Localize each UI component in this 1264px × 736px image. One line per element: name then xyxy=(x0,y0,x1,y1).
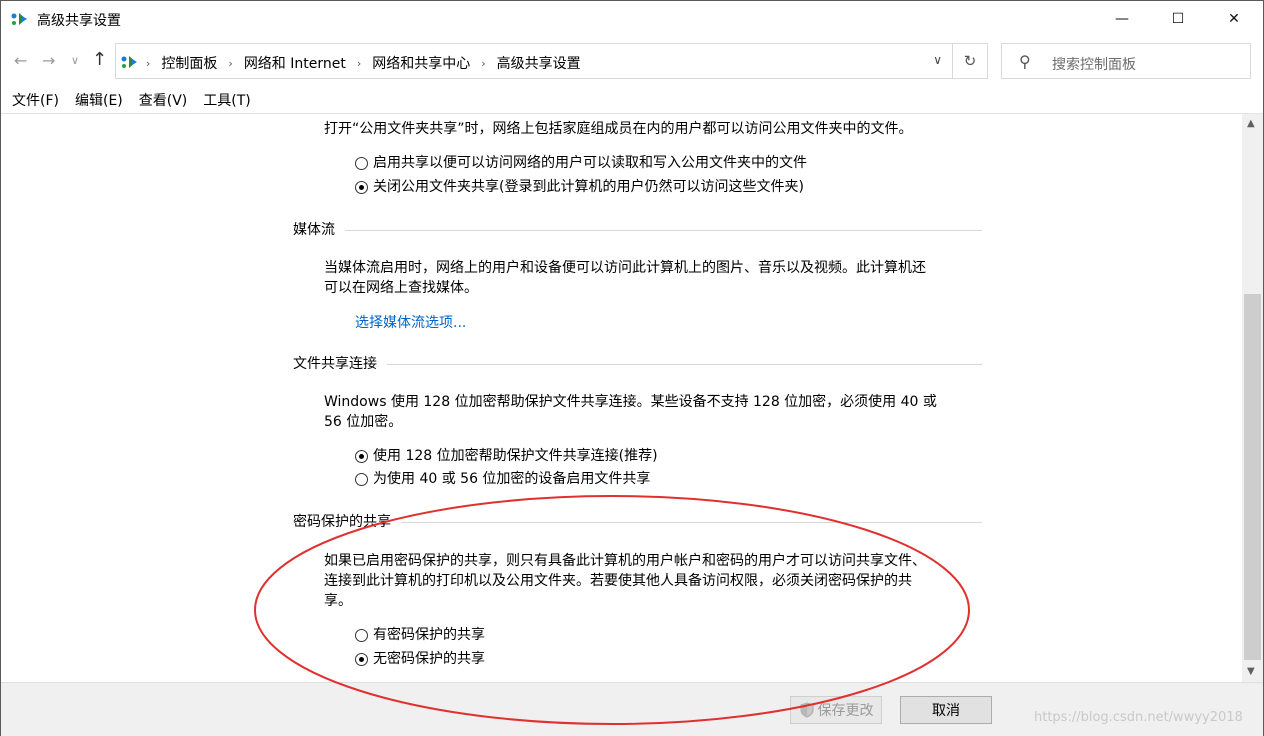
password-description-line3: 享。 xyxy=(324,593,352,609)
chevron-down-icon[interactable]: ∨ xyxy=(933,53,942,67)
radio-128-bit[interactable]: 使用 128 位加密帮助保护文件共享连接(推荐) xyxy=(355,446,658,466)
maximize-button[interactable]: ☐ xyxy=(1155,1,1201,37)
media-streaming-options-link[interactable]: 选择媒体流选项... xyxy=(355,313,466,333)
save-changes-button[interactable]: 保存更改 xyxy=(790,696,882,724)
forward-button[interactable]: → xyxy=(42,51,55,70)
radio-button[interactable] xyxy=(355,472,368,486)
section-heading: 密码保护的共享 xyxy=(293,514,391,530)
window-title: 高级共享设置 xyxy=(37,13,121,29)
divider xyxy=(345,229,982,231)
maximize-icon: ☐ xyxy=(1171,11,1185,27)
radio-button[interactable] xyxy=(355,652,368,666)
footer-bar: 保存更改 取消 https://blog.csdn.net/wwyy2018 xyxy=(1,682,1263,736)
breadcrumb-network-internet[interactable]: 网络和 Internet xyxy=(244,53,346,73)
vertical-scrollbar[interactable]: ▲ ▼ xyxy=(1242,114,1263,682)
back-button[interactable]: ← xyxy=(14,51,27,70)
breadcrumb-advanced-sharing[interactable]: 高级共享设置 xyxy=(497,53,581,73)
radio-label: 关闭公用文件夹共享(登录到此计算机的用户仍然可以访问这些文件夹) xyxy=(373,179,804,195)
chevron-right-icon[interactable]: › xyxy=(228,57,232,70)
radio-button[interactable] xyxy=(355,628,368,642)
file-sharing-description-line1: Windows 使用 128 位加密帮助保护文件共享连接。某些设备不支持 128… xyxy=(324,394,937,410)
up-button[interactable]: ↑ xyxy=(92,49,107,70)
menu-file[interactable]: 文件(F) xyxy=(12,90,59,112)
radio-label: 有密码保护的共享 xyxy=(373,627,485,643)
chevron-right-icon[interactable]: › xyxy=(481,57,485,70)
password-description-line1: 如果已启用密码保护的共享，则只有具备此计算机的用户帐户和密码的用户才可以访问共享… xyxy=(324,553,926,569)
menu-bar: 文件(F) 编辑(E) 查看(V) 工具(T) xyxy=(1,90,1263,112)
radio-password-off[interactable]: 无密码保护的共享 xyxy=(355,649,485,669)
scroll-down-icon[interactable]: ▼ xyxy=(1247,666,1255,677)
media-description-line1: 当媒体流启用时，网络上的用户和设备便可以访问此计算机上的图片、音乐以及视频。此计… xyxy=(324,260,926,276)
save-label: 保存更改 xyxy=(817,703,874,719)
menu-edit[interactable]: 编辑(E) xyxy=(75,90,123,112)
divider xyxy=(387,363,982,365)
section-media-streaming: 媒体流 xyxy=(293,220,982,240)
menu-tools[interactable]: 工具(T) xyxy=(203,90,250,112)
radio-label: 使用 128 位加密帮助保护文件共享连接(推荐) xyxy=(373,448,658,464)
radio-button[interactable] xyxy=(355,449,368,463)
network-icon xyxy=(11,13,27,25)
scroll-up-icon[interactable]: ▲ xyxy=(1247,118,1255,129)
close-icon: ✕ xyxy=(1228,11,1240,27)
search-box[interactable]: ⚲ 搜索控制面板 xyxy=(1001,43,1251,79)
shield-icon xyxy=(800,702,813,718)
section-file-sharing: 文件共享连接 xyxy=(293,354,982,374)
close-button[interactable]: ✕ xyxy=(1211,1,1257,37)
radio-label: 为使用 40 或 56 位加密的设备启用文件共享 xyxy=(373,471,651,487)
media-description-line2: 可以在网络上查找媒体。 xyxy=(324,280,478,296)
chevron-right-icon: › xyxy=(146,56,151,70)
search-input[interactable]: 搜索控制面板 xyxy=(1052,54,1136,74)
cancel-button[interactable]: 取消 xyxy=(900,696,992,724)
breadcrumb-network-sharing-center[interactable]: 网络和共享中心 xyxy=(372,53,470,73)
recent-locations-button[interactable]: ∨ xyxy=(71,54,79,67)
section-heading: 文件共享连接 xyxy=(293,356,377,372)
menu-view[interactable]: 查看(V) xyxy=(139,90,188,112)
breadcrumb-control-panel[interactable]: 控制面板 xyxy=(161,53,217,73)
chevron-right-icon[interactable]: › xyxy=(357,57,361,70)
password-description-line2: 连接到此计算机的打印机以及公用文件夹。若要使其他人具备访问权限，必须关闭密码保护… xyxy=(324,573,912,589)
refresh-button[interactable]: ↻ xyxy=(953,43,988,79)
section-heading: 媒体流 xyxy=(293,222,335,238)
public-folder-description: 打开“公用文件夹共享”时，网络上包括家庭组成员在内的用户都可以访问公用文件夹中的… xyxy=(324,121,913,137)
radio-40-56-bit[interactable]: 为使用 40 或 56 位加密的设备启用文件共享 xyxy=(355,469,650,489)
scroll-thumb[interactable] xyxy=(1244,294,1261,660)
window: 高级共享设置 — ☐ ✕ ← → ∨ ↑ › 控制面板 › 网络和 Intern… xyxy=(0,0,1264,736)
settings-content: 打开“公用文件夹共享”时，网络上包括家庭组成员在内的用户都可以访问公用文件夹中的… xyxy=(1,114,1241,682)
address-bar[interactable]: › 控制面板 › 网络和 Internet › 网络和共享中心 › 高级共享设置… xyxy=(115,43,953,79)
radio-label: 无密码保护的共享 xyxy=(373,651,485,667)
radio-disable-public-sharing[interactable]: 关闭公用文件夹共享(登录到此计算机的用户仍然可以访问这些文件夹) xyxy=(355,177,804,197)
radio-enable-public-sharing[interactable]: 启用共享以便可以访问网络的用户可以读取和写入公用文件夹中的文件 xyxy=(355,153,807,173)
breadcrumb: › 控制面板 › 网络和 Internet › 网络和共享中心 › 高级共享设置 xyxy=(146,53,581,73)
radio-button[interactable] xyxy=(355,156,368,170)
network-icon xyxy=(121,56,137,68)
radio-button[interactable] xyxy=(355,180,368,194)
title-bar: 高级共享设置 — ☐ ✕ xyxy=(1,1,1263,38)
refresh-icon: ↻ xyxy=(963,52,977,70)
radio-password-on[interactable]: 有密码保护的共享 xyxy=(355,625,485,645)
watermark: https://blog.csdn.net/wwyy2018 xyxy=(1034,710,1243,725)
divider xyxy=(401,521,982,523)
file-sharing-description-line2: 56 位加密。 xyxy=(324,414,403,430)
minimize-icon: — xyxy=(1115,11,1129,27)
minimize-button[interactable]: — xyxy=(1099,1,1145,37)
section-password-protected: 密码保护的共享 xyxy=(293,512,982,532)
radio-label: 启用共享以便可以访问网络的用户可以读取和写入公用文件夹中的文件 xyxy=(373,155,807,171)
search-icon: ⚲ xyxy=(1019,52,1031,71)
